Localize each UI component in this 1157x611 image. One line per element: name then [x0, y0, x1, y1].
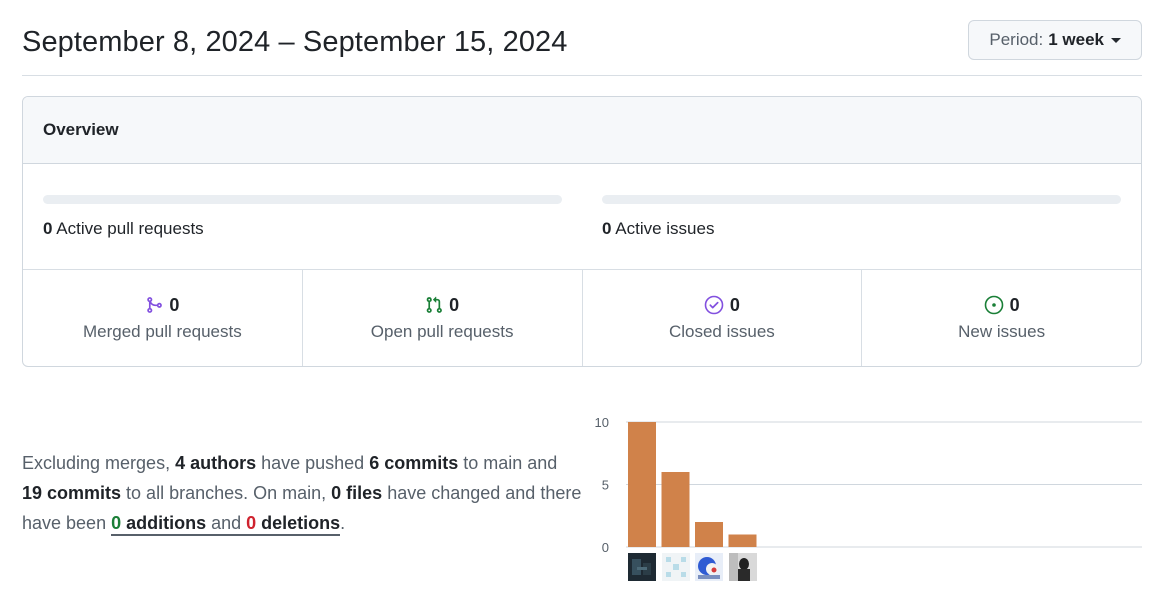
merged-prs-label: Merged pull requests: [82, 321, 242, 341]
stat-closed-issues[interactable]: 0 Closed issues: [583, 270, 863, 366]
commits-main-count: 6 commits: [369, 453, 459, 473]
issue-opened-icon: [984, 295, 1004, 315]
deletions-count: 0: [246, 513, 257, 533]
page-header: September 8, 2024 – September 15, 2024 P…: [22, 0, 1142, 76]
active-prs-count: 0: [43, 219, 53, 238]
y-tick-label: 0: [602, 540, 609, 555]
open-prs-label: Open pull requests: [370, 321, 514, 341]
period-dropdown-button[interactable]: Period: 1 week: [968, 20, 1142, 60]
active-prs-bar: [43, 195, 562, 204]
summary-text: Excluding merges,: [22, 453, 176, 473]
merged-prs-count: 0: [169, 294, 180, 315]
stats-row: 0 Merged pull requests 0 Open pull reque…: [23, 270, 1141, 366]
overview-panel: Overview 0 Active pull requests 0 Active…: [22, 96, 1142, 367]
commit-summary: Excluding merges, 4 authors have pushed …: [22, 448, 582, 538]
summary-text: .: [340, 513, 346, 533]
authors-count: 4 authors: [175, 453, 257, 473]
summary-text: to all branches. On main,: [121, 483, 332, 503]
commits-all-count: 19 commits: [22, 483, 122, 503]
bar-author-1[interactable]: [628, 422, 656, 547]
avatar[interactable]: [695, 553, 723, 581]
avatar[interactable]: [729, 553, 757, 581]
pull-request-icon: [425, 296, 443, 314]
active-summary-row: 0 Active pull requests 0 Active issues: [23, 164, 1141, 270]
bar-author-2[interactable]: [661, 472, 690, 547]
active-issues-bar: [602, 195, 1121, 204]
caret-down-icon: [1111, 37, 1121, 43]
date-range-title: September 8, 2024 – September 15, 2024: [22, 26, 568, 58]
period-value: 1 week: [1048, 30, 1104, 49]
active-prs-label: Active pull requests: [56, 219, 204, 238]
avatar[interactable]: [662, 553, 690, 581]
and-text: and: [206, 513, 247, 533]
active-issues-count: 0: [602, 219, 612, 238]
closed-issues-count: 0: [729, 294, 740, 315]
additions-deletions-link[interactable]: 0 additions and 0 deletions: [111, 513, 341, 536]
additions-count: 0: [111, 513, 122, 533]
period-label: Period:: [989, 30, 1044, 49]
files-changed-count: 0 files: [331, 483, 383, 503]
active-issues-label: Active issues: [615, 219, 715, 238]
open-prs-count: 0: [449, 294, 460, 315]
overview-title: Overview: [23, 97, 1141, 164]
merge-icon: [145, 296, 163, 314]
new-issues-label: New issues: [958, 321, 1046, 341]
new-issues-count: 0: [1009, 294, 1020, 315]
active-prs-link[interactable]: 0 Active pull requests: [43, 219, 204, 239]
avatar[interactable]: [628, 553, 656, 581]
active-issues-link[interactable]: 0 Active issues: [602, 219, 714, 239]
summary-text: have pushed: [256, 453, 370, 473]
stat-open-prs[interactable]: 0 Open pull requests: [303, 270, 583, 366]
closed-issues-label: Closed issues: [668, 321, 775, 341]
y-tick-label: 10: [595, 415, 609, 430]
contributors-chart: 0 5 10: [588, 408, 1148, 588]
additions-label: additions: [121, 513, 207, 533]
stat-new-issues[interactable]: 0 New issues: [862, 270, 1141, 366]
bar-author-4[interactable]: [728, 534, 757, 548]
stat-merged-prs[interactable]: 0 Merged pull requests: [23, 270, 303, 366]
summary-text: to main and: [458, 453, 558, 473]
issue-closed-icon: [704, 295, 724, 315]
bar-author-3[interactable]: [695, 522, 723, 547]
deletions-label: deletions: [256, 513, 341, 533]
y-tick-label: 5: [602, 478, 609, 493]
